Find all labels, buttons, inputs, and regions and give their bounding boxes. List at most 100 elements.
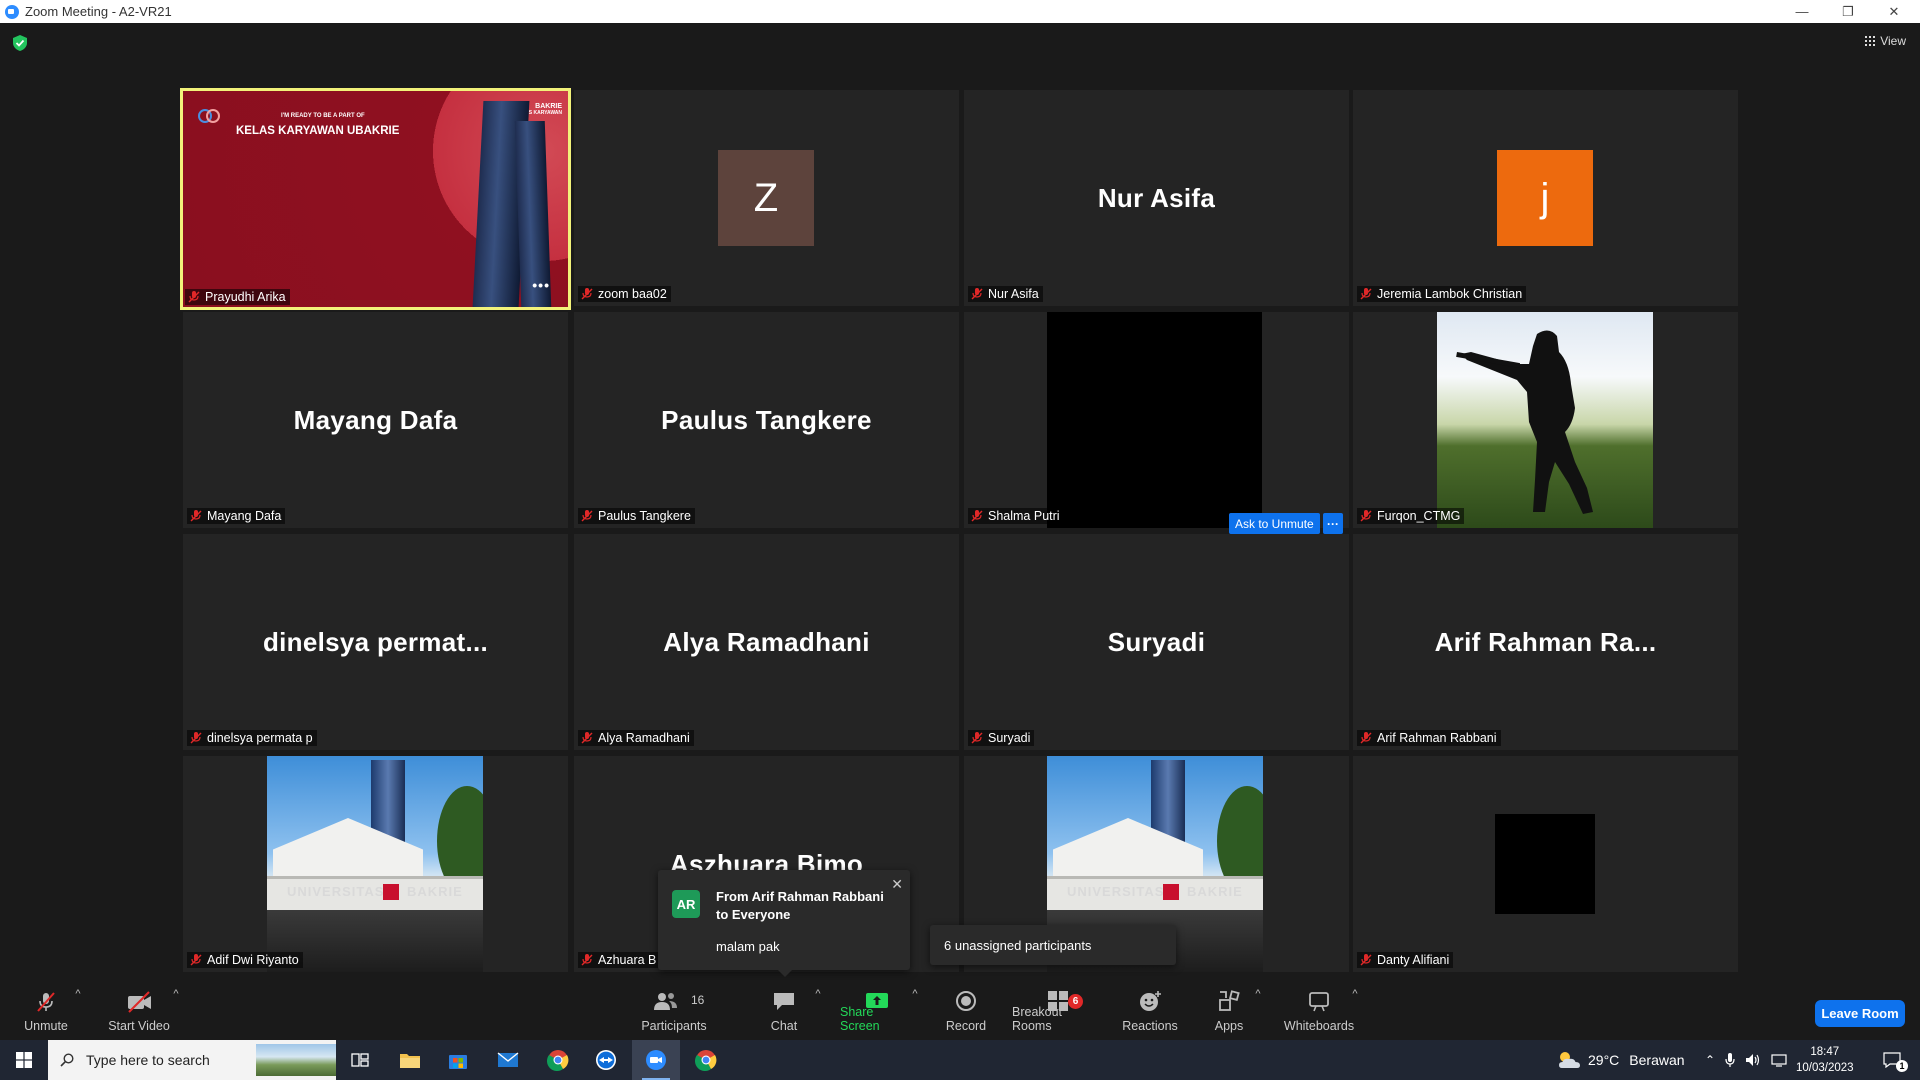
chevron-up-icon: ^ bbox=[1255, 988, 1261, 1000]
meeting-toolbar: Unmute ^ Start Video ^ 16 Participants C… bbox=[0, 980, 1920, 1040]
participant-name: dinelsya permata p bbox=[207, 731, 313, 745]
video-tile-dinelsya[interactable]: dinelsya permat... dinelsya permata p bbox=[183, 534, 568, 750]
minimize-button[interactable]: — bbox=[1779, 0, 1825, 23]
chevron-up-icon: ^ bbox=[75, 988, 81, 1000]
mic-muted-icon bbox=[971, 732, 983, 744]
participant-display-name: Suryadi bbox=[1107, 626, 1206, 657]
name-plate: Prayudhi Arika bbox=[185, 289, 290, 305]
apps-icon bbox=[1219, 990, 1240, 1011]
mail-app[interactable] bbox=[484, 1040, 532, 1080]
view-button[interactable]: View bbox=[1865, 34, 1906, 48]
participant-name: Shalma Putri bbox=[988, 509, 1060, 523]
video-tile-nur-asifa[interactable]: Nur Asifa Nur Asifa bbox=[964, 90, 1349, 306]
task-view-button[interactable] bbox=[336, 1040, 384, 1080]
notification-center-button[interactable]: 1 bbox=[1872, 1040, 1912, 1080]
close-window-button[interactable]: ✕ bbox=[1871, 0, 1917, 23]
whiteboards-options-caret[interactable]: ^ bbox=[1349, 980, 1361, 1000]
participant-name: Paulus Tangkere bbox=[598, 509, 691, 523]
name-plate: Jeremia Lambok Christian bbox=[1357, 286, 1527, 302]
video-tile-zoom-baa02[interactable]: Z zoom baa02 bbox=[574, 90, 959, 306]
participant-name: Azhuara B bbox=[598, 953, 657, 967]
video-tile-paulus[interactable]: Paulus Tangkere Paulus Tangkere bbox=[574, 312, 959, 528]
apps-options-caret[interactable]: ^ bbox=[1252, 980, 1264, 1000]
meeting-area: View I'M READY TO BE A PART OF KELAS KAR… bbox=[0, 23, 1920, 980]
reactions-button[interactable]: Reactions bbox=[1122, 980, 1178, 1040]
video-tile-adif[interactable]: UNIVERSITAS BAKRIE Adif Dwi Riyanto bbox=[183, 756, 568, 972]
tile-more-options[interactable]: ••• bbox=[532, 277, 550, 293]
mic-muted-icon bbox=[188, 291, 200, 303]
tray-chevron-up-icon[interactable]: ⌃ bbox=[1705, 1053, 1715, 1067]
ask-to-unmute-button[interactable]: Ask to Unmute bbox=[1229, 513, 1320, 534]
record-label: Record bbox=[945, 1019, 987, 1033]
start-video-label: Start Video bbox=[108, 1019, 170, 1033]
unassigned-participants-tooltip[interactable]: 6 unassigned participants bbox=[930, 925, 1176, 965]
participants-count: 16 bbox=[691, 992, 705, 1007]
sender-avatar: AR bbox=[672, 890, 700, 918]
participant-name: Mayang Dafa bbox=[207, 509, 282, 523]
smiley-plus-icon bbox=[1140, 991, 1161, 1011]
system-tray: ⌃ bbox=[1705, 1040, 1787, 1080]
participant-display-name: Paulus Tangkere bbox=[661, 404, 872, 435]
chrome-app-2[interactable] bbox=[682, 1040, 730, 1080]
windows-start-button[interactable] bbox=[0, 1040, 48, 1080]
tile-more-options-button[interactable]: ··· bbox=[1323, 513, 1343, 534]
whiteboards-button[interactable]: Whiteboards bbox=[1284, 980, 1354, 1040]
apps-label: Apps bbox=[1214, 1019, 1244, 1033]
close-icon[interactable]: ✕ bbox=[891, 876, 903, 893]
mic-muted-icon bbox=[581, 732, 593, 744]
participants-button[interactable]: 16 Participants bbox=[636, 980, 712, 1040]
video-tile-jeremia[interactable]: j Jeremia Lambok Christian bbox=[1353, 90, 1738, 306]
search-placeholder: Type here to search bbox=[86, 1052, 210, 1068]
participant-name: Suryadi bbox=[988, 731, 1031, 745]
video-tile-alya[interactable]: Alya Ramadhani Alya Ramadhani bbox=[574, 534, 959, 750]
share-screen-button[interactable]: Share Screen bbox=[840, 980, 914, 1040]
mic-muted-icon bbox=[581, 510, 593, 522]
audio-options-caret[interactable]: ^ bbox=[72, 980, 84, 1000]
video-tile-prayudhi[interactable]: I'M READY TO BE A PART OF KELAS KARYAWAN… bbox=[180, 88, 571, 310]
banner-small-text: I'M READY TO BE A PART OF bbox=[281, 113, 365, 119]
store-bag-icon bbox=[449, 1055, 467, 1069]
breakout-rooms-icon bbox=[1048, 991, 1068, 1011]
mic-muted-icon bbox=[190, 510, 202, 522]
chat-options-caret[interactable]: ^ bbox=[812, 980, 824, 1000]
video-tile-shalma[interactable]: Shalma Putri bbox=[964, 312, 1349, 528]
chrome-app[interactable] bbox=[534, 1040, 582, 1080]
start-video-button[interactable]: Start Video bbox=[104, 980, 174, 1040]
share-options-caret[interactable]: ^ bbox=[909, 980, 921, 1000]
microphone-icon[interactable] bbox=[1725, 1052, 1735, 1068]
chat-notification-popup[interactable]: AR From Arif Rahman Rabbani to Everyone … bbox=[658, 870, 910, 977]
popup-tail bbox=[778, 970, 792, 977]
microsoft-store-app[interactable] bbox=[434, 1040, 482, 1080]
whiteboard-icon bbox=[1309, 992, 1329, 1012]
network-icon[interactable] bbox=[1771, 1052, 1787, 1068]
video-options-caret[interactable]: ^ bbox=[170, 980, 182, 1000]
file-explorer-app[interactable] bbox=[386, 1040, 434, 1080]
name-plate: Furqon_CTMG bbox=[1357, 508, 1465, 524]
restore-button[interactable]: ❐ bbox=[1825, 0, 1871, 23]
taskbar-clock[interactable]: 18:47 10/03/2023 bbox=[1796, 1044, 1854, 1076]
name-plate: Alya Ramadhani bbox=[578, 730, 694, 746]
weather-widget[interactable]: 29°C Berawan bbox=[1556, 1040, 1685, 1080]
mic-muted-icon bbox=[37, 992, 55, 1012]
video-tile-suryadi[interactable]: Suryadi Suryadi bbox=[964, 534, 1349, 750]
leave-room-button[interactable]: Leave Room bbox=[1815, 1000, 1905, 1027]
encryption-shield-icon[interactable] bbox=[13, 35, 27, 51]
participant-name: Prayudhi Arika bbox=[205, 290, 286, 304]
speaker-volume-icon[interactable] bbox=[1745, 1052, 1761, 1068]
unmute-button[interactable]: Unmute bbox=[18, 980, 74, 1040]
participant-display-name: Mayang Dafa bbox=[293, 404, 458, 435]
apps-button[interactable]: Apps bbox=[1212, 980, 1246, 1040]
participants-icon bbox=[654, 993, 677, 1010]
video-tile-danty[interactable]: Danty Alifiani bbox=[1353, 756, 1738, 972]
name-plate: Arif Rahman Rabbani bbox=[1357, 730, 1501, 746]
zoom-app-active[interactable] bbox=[632, 1040, 680, 1080]
chat-button[interactable]: Chat bbox=[766, 980, 802, 1040]
participant-name: Danty Alifiani bbox=[1377, 953, 1450, 967]
video-tile-furqon[interactable]: Furqon_CTMG bbox=[1353, 312, 1738, 528]
taskbar-search-box[interactable]: Type here to search bbox=[48, 1040, 336, 1080]
video-tile-arif[interactable]: Arif Rahman Ra... Arif Rahman Rabbani bbox=[1353, 534, 1738, 750]
record-button[interactable]: Record bbox=[944, 980, 988, 1040]
teamviewer-app[interactable] bbox=[582, 1040, 630, 1080]
video-tile-mayang-dafa[interactable]: Mayang Dafa Mayang Dafa bbox=[183, 312, 568, 528]
breakout-rooms-button[interactable]: 6 Breakout Rooms bbox=[1012, 980, 1104, 1040]
